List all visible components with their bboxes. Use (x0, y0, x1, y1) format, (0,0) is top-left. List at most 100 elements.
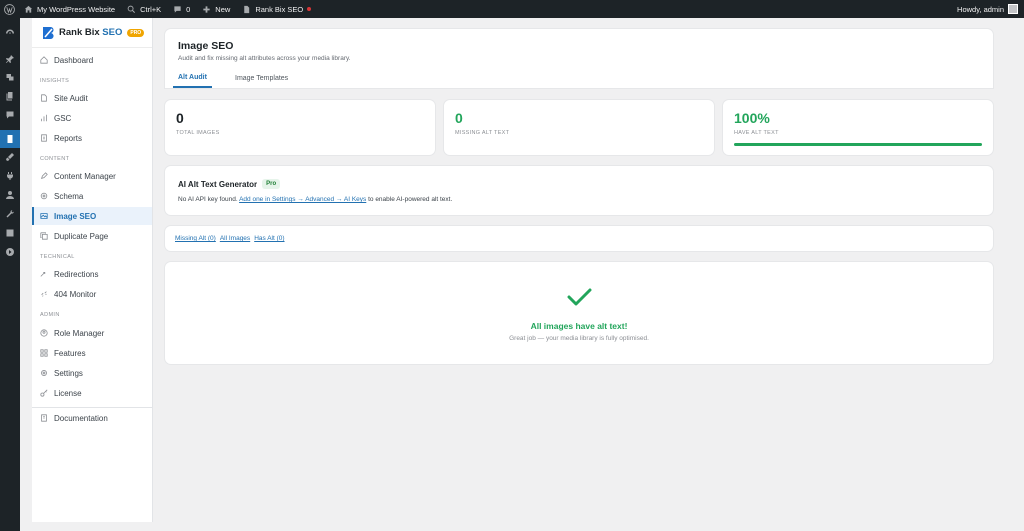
sidebar-item-documentation[interactable]: Documentation (32, 409, 152, 427)
filter-missing-alt[interactable]: Missing Alt (0) (175, 235, 216, 242)
page-title: Image SEO (178, 40, 234, 52)
document-icon (244, 5, 250, 13)
section-label-technical: TECHNICAL (40, 254, 75, 260)
plugin-sidebar: Rank Bix SEO PRO Dashboard INSIGHTS Site… (32, 18, 153, 522)
rank-bix-seo-menu-icon[interactable] (0, 130, 20, 148)
new-content-link[interactable]: New (196, 0, 236, 18)
plugins-plug-icon[interactable] (0, 167, 20, 185)
tab-alt-audit[interactable]: Alt Audit (173, 69, 212, 88)
filter-has-alt[interactable]: Has Alt (0) (254, 235, 284, 242)
account-menu[interactable]: Howdy, admin (951, 0, 1024, 18)
posts-pin-icon[interactable] (0, 50, 20, 68)
sidebar-item-settings[interactable]: Settings (32, 364, 152, 382)
settings-menu-icon[interactable] (0, 224, 20, 242)
edit-icon (40, 172, 48, 180)
plus-icon (203, 5, 210, 13)
home-icon (24, 5, 33, 13)
sidebar-item-license[interactable]: License (32, 384, 152, 402)
wordpress-logo-icon[interactable] (0, 0, 18, 18)
site-name-link[interactable]: My WordPress Website (18, 0, 121, 18)
admin-bar: My WordPress Website Ctrl+K 0 New Rank B… (0, 0, 1024, 18)
pro-badge: Pro (262, 179, 281, 189)
report-icon (41, 134, 47, 142)
wp-admin-menu (0, 18, 20, 531)
sidebar-item-site-audit[interactable]: Site Audit (32, 89, 152, 107)
grid-icon (40, 349, 48, 357)
key-icon (40, 389, 48, 397)
sidebar-item-schema[interactable]: Schema (32, 187, 152, 205)
avatar (1008, 4, 1018, 14)
section-label-insights: INSIGHTS (40, 78, 70, 84)
pages-icon[interactable] (0, 87, 20, 105)
stat-label: MISSING ALT TEXT (455, 130, 510, 136)
home-icon (40, 56, 48, 64)
plugin-adminbar-link[interactable]: Rank Bix SEO (236, 0, 317, 18)
page-subtitle: Audit and fix missing alt attributes acr… (178, 55, 351, 62)
copy-icon (40, 232, 48, 240)
checkmark-icon (567, 288, 592, 306)
ai-notice-suffix: to enable AI-powered alt text. (368, 196, 453, 203)
stat-value: 0 (176, 110, 184, 126)
sidebar-item-gsc[interactable]: GSC (32, 109, 152, 127)
stat-value: 100% (734, 110, 770, 126)
page-header: Image SEO Audit and fix missing alt attr… (165, 29, 993, 88)
sidebar-divider (32, 407, 152, 408)
document-icon (41, 94, 47, 102)
sidebar-item-content-manager[interactable]: Content Manager (32, 167, 152, 185)
empty-state-subtitle: Great job — your media library is fully … (509, 335, 649, 342)
comments-link[interactable]: 0 (167, 0, 196, 18)
filter-all-images[interactable]: All Images (220, 235, 250, 242)
redirect-arrow-icon (40, 272, 46, 277)
stat-label: HAVE ALT TEXT (734, 130, 779, 136)
sidebar-item-role-manager[interactable]: Role Manager (32, 324, 152, 342)
sidebar-item-reports[interactable]: Reports (32, 129, 152, 147)
stat-value: 0 (455, 110, 463, 126)
filter-bar: Missing Alt (0) All Images Has Alt (0) (165, 226, 993, 251)
sidebar-item-redirections[interactable]: Redirections (32, 265, 152, 283)
command-palette-button[interactable]: Ctrl+K (121, 0, 167, 18)
page-scrollbar[interactable] (1020, 18, 1024, 531)
pro-badge: PRO (127, 28, 145, 37)
sidebar-item-features[interactable]: Features (32, 344, 152, 362)
book-icon (41, 414, 47, 422)
link-broken-icon (41, 291, 47, 297)
tab-image-templates[interactable]: Image Templates (235, 69, 288, 88)
sidebar-item-image-seo[interactable]: Image SEO (32, 207, 152, 225)
schema-icon (40, 192, 48, 200)
dashboard-menu-icon[interactable] (0, 24, 20, 42)
appearance-brush-icon[interactable] (0, 148, 20, 166)
section-label-content: CONTENT (40, 156, 70, 162)
empty-state-title: All images have alt text! (530, 321, 628, 331)
media-icon[interactable] (0, 68, 20, 86)
ai-card-title: AI Alt Text Generator (178, 179, 258, 189)
rank-bix-logo-icon (43, 26, 54, 39)
comments-menu-icon[interactable] (0, 106, 20, 124)
ai-notice-text: No AI API key found. (178, 196, 238, 203)
users-icon[interactable] (0, 186, 20, 204)
search-icon (127, 5, 136, 13)
brand-name: Rank Bix (59, 27, 100, 38)
brand-seo: SEO (102, 27, 123, 38)
stat-card-missing-alt: 0 MISSING ALT TEXT (444, 100, 714, 155)
sidebar-item-dashboard[interactable]: Dashboard (32, 51, 152, 69)
user-circle-icon (40, 329, 48, 337)
stat-card-have-alt: 100% HAVE ALT TEXT (723, 100, 993, 155)
section-label-admin: ADMIN (40, 312, 60, 318)
settings-ai-keys-link[interactable]: Add one in Settings → Advanced → AI Keys (239, 196, 366, 203)
sidebar-item-duplicate-page[interactable]: Duplicate Page (32, 227, 152, 245)
bar-chart-icon (41, 114, 47, 122)
alt-coverage-progress (734, 143, 982, 146)
sidebar-item-404-monitor[interactable]: 404 Monitor (32, 285, 152, 303)
status-dot (307, 7, 312, 11)
stat-card-total-images: 0 TOTAL IMAGES (165, 100, 435, 155)
comment-icon (174, 5, 181, 13)
tools-wrench-icon[interactable] (0, 205, 20, 223)
progress-fill (734, 143, 982, 146)
brand[interactable]: Rank Bix SEO PRO (32, 18, 152, 48)
empty-state-card: All images have alt text! Great job — yo… (165, 262, 993, 364)
gear-icon (41, 370, 47, 376)
stat-label: TOTAL IMAGES (176, 130, 220, 136)
image-icon (40, 213, 48, 219)
ai-alt-text-card: AI Alt Text Generator Pro No AI API key … (165, 166, 993, 215)
collapse-menu-icon[interactable] (0, 243, 20, 261)
